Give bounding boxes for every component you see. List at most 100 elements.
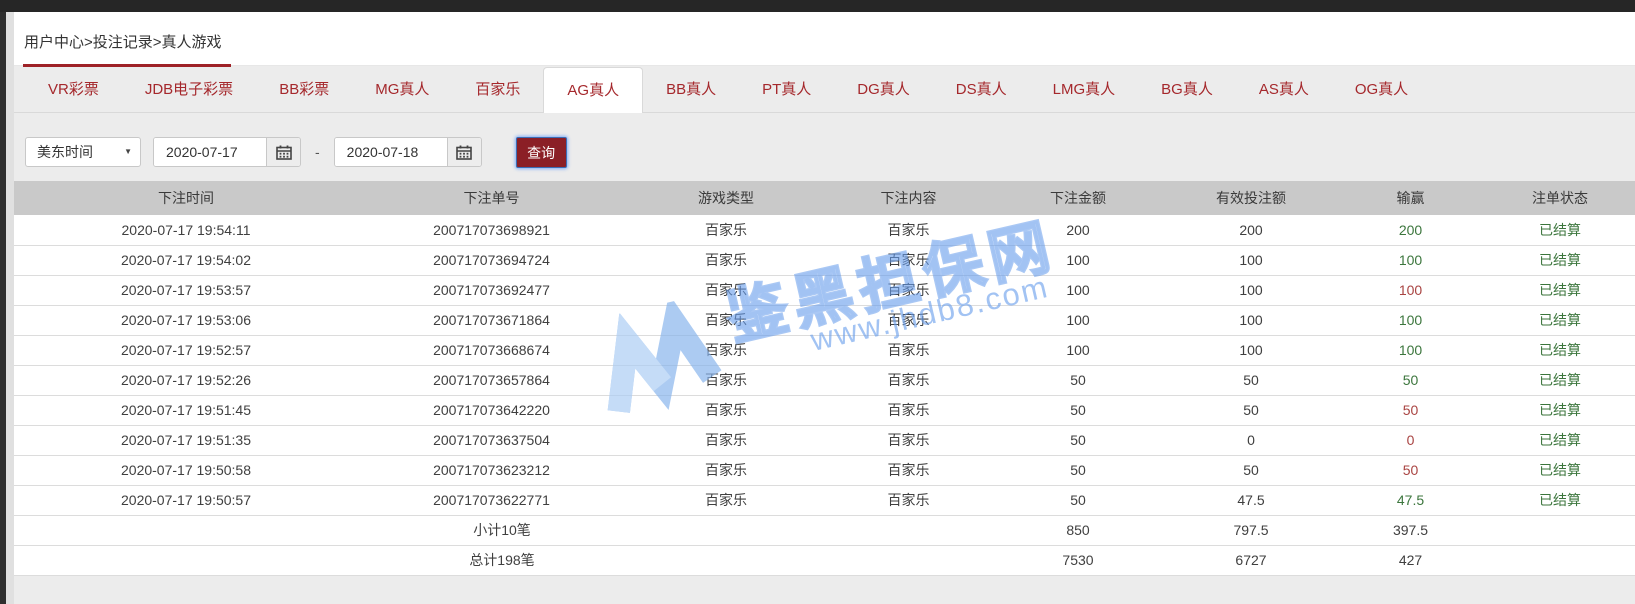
cell-order-status: 已结算 bbox=[1485, 335, 1635, 365]
breadcrumb-bar: 用户中心>投注记录>真人游戏 bbox=[14, 12, 1635, 66]
cell-bet-order: 200717073637504 bbox=[358, 425, 625, 455]
cell-bet-content: 百家乐 bbox=[827, 215, 990, 245]
table-row: 2020-07-17 19:50:57200717073622771百家乐百家乐… bbox=[14, 485, 1635, 515]
cell-bet-order: 200717073657864 bbox=[358, 365, 625, 395]
col-header-win-loss: 输赢 bbox=[1336, 181, 1485, 215]
browser-top-bar bbox=[0, 0, 1635, 12]
table-row: 2020-07-17 19:50:58200717073623212百家乐百家乐… bbox=[14, 455, 1635, 485]
table-row: 2020-07-17 19:52:57200717073668674百家乐百家乐… bbox=[14, 335, 1635, 365]
date-from-input[interactable] bbox=[154, 138, 266, 166]
tab-PT真人[interactable]: PT真人 bbox=[739, 68, 834, 112]
cell-bet-content: 百家乐 bbox=[827, 395, 990, 425]
cell-order-status: 已结算 bbox=[1485, 455, 1635, 485]
cell-game-type: 百家乐 bbox=[625, 215, 827, 245]
total-valid-amount: 6727 bbox=[1166, 545, 1336, 575]
col-header-valid-amount: 有效投注额 bbox=[1166, 181, 1336, 215]
cell-valid-amount: 50 bbox=[1166, 365, 1336, 395]
tab-AG真人[interactable]: AG真人 bbox=[543, 67, 643, 113]
cell-game-type: 百家乐 bbox=[625, 455, 827, 485]
cell-bet-order: 200717073668674 bbox=[358, 335, 625, 365]
total-win-loss: 427 bbox=[1336, 545, 1485, 575]
date-range-separator: - bbox=[315, 137, 320, 167]
cell-bet-amount: 50 bbox=[990, 485, 1166, 515]
col-header-order-status: 注单状态 bbox=[1485, 181, 1635, 215]
cell-bet-content: 百家乐 bbox=[827, 485, 990, 515]
cell-bet-content: 百家乐 bbox=[827, 455, 990, 485]
cell-valid-amount: 100 bbox=[1166, 305, 1336, 335]
cell-game-type: 百家乐 bbox=[625, 395, 827, 425]
cell-bet-order: 200717073694724 bbox=[358, 245, 625, 275]
cell-valid-amount: 100 bbox=[1166, 335, 1336, 365]
cell-bet-time: 2020-07-17 19:50:57 bbox=[14, 485, 358, 515]
left-gutter bbox=[6, 12, 14, 604]
cell-bet-content: 百家乐 bbox=[827, 275, 990, 305]
table-row: 2020-07-17 19:53:06200717073671864百家乐百家乐… bbox=[14, 305, 1635, 335]
table-row: 2020-07-17 19:53:57200717073692477百家乐百家乐… bbox=[14, 275, 1635, 305]
date-to-calendar-button[interactable] bbox=[447, 138, 481, 166]
tab-百家乐[interactable]: 百家乐 bbox=[452, 68, 543, 112]
cell-order-status: 已结算 bbox=[1485, 395, 1635, 425]
cell-win-loss: 100 bbox=[1336, 335, 1485, 365]
cell-valid-amount: 0 bbox=[1166, 425, 1336, 455]
table-row: 2020-07-17 19:51:35200717073637504百家乐百家乐… bbox=[14, 425, 1635, 455]
cell-valid-amount: 50 bbox=[1166, 455, 1336, 485]
cell-bet-amount: 100 bbox=[990, 335, 1166, 365]
col-header-game-type: 游戏类型 bbox=[625, 181, 827, 215]
cell-win-loss: 0 bbox=[1336, 425, 1485, 455]
cell-bet-order: 200717073642220 bbox=[358, 395, 625, 425]
cell-bet-time: 2020-07-17 19:54:11 bbox=[14, 215, 358, 245]
cell-game-type: 百家乐 bbox=[625, 305, 827, 335]
search-button[interactable]: 查询 bbox=[516, 137, 567, 168]
cell-bet-content: 百家乐 bbox=[827, 245, 990, 275]
table-row: 2020-07-17 19:54:11200717073698921百家乐百家乐… bbox=[14, 215, 1635, 245]
cell-bet-amount: 50 bbox=[990, 395, 1166, 425]
cell-bet-amount: 100 bbox=[990, 275, 1166, 305]
tab-OG真人[interactable]: OG真人 bbox=[1332, 68, 1431, 112]
cell-bet-time: 2020-07-17 19:51:45 bbox=[14, 395, 358, 425]
calendar-icon bbox=[276, 145, 292, 160]
cell-bet-content: 百家乐 bbox=[827, 335, 990, 365]
timezone-select-value: 美东时间 bbox=[37, 144, 93, 160]
col-header-bet-order: 下注单号 bbox=[358, 181, 625, 215]
tab-MG真人[interactable]: MG真人 bbox=[352, 68, 452, 112]
cell-bet-amount: 50 bbox=[990, 425, 1166, 455]
cell-win-loss: 50 bbox=[1336, 455, 1485, 485]
cell-bet-amount: 200 bbox=[990, 215, 1166, 245]
cell-win-loss: 50 bbox=[1336, 365, 1485, 395]
cell-win-loss: 200 bbox=[1336, 215, 1485, 245]
cell-bet-amount: 100 bbox=[990, 305, 1166, 335]
cell-order-status: 已结算 bbox=[1485, 485, 1635, 515]
cell-bet-time: 2020-07-17 19:54:02 bbox=[14, 245, 358, 275]
subtotal-label: 小计10笔 bbox=[14, 515, 990, 545]
cell-bet-order: 200717073692477 bbox=[358, 275, 625, 305]
tab-BB真人[interactable]: BB真人 bbox=[643, 68, 739, 112]
tab-DS真人[interactable]: DS真人 bbox=[933, 68, 1030, 112]
tab-DG真人[interactable]: DG真人 bbox=[834, 68, 933, 112]
table-body: 2020-07-17 19:54:11200717073698921百家乐百家乐… bbox=[14, 215, 1635, 575]
date-to-input[interactable] bbox=[335, 138, 447, 166]
cell-valid-amount: 100 bbox=[1166, 275, 1336, 305]
cell-order-status: 已结算 bbox=[1485, 305, 1635, 335]
tab-BB彩票[interactable]: BB彩票 bbox=[256, 68, 352, 112]
tab-bar: VR彩票JDB电子彩票BB彩票MG真人百家乐AG真人BB真人PT真人DG真人DS… bbox=[14, 66, 1635, 113]
tab-JDB电子彩票[interactable]: JDB电子彩票 bbox=[122, 68, 256, 112]
cell-bet-amount: 100 bbox=[990, 245, 1166, 275]
date-to-group bbox=[334, 137, 482, 167]
cell-bet-order: 200717073671864 bbox=[358, 305, 625, 335]
tab-LMG真人[interactable]: LMG真人 bbox=[1030, 68, 1139, 112]
cell-game-type: 百家乐 bbox=[625, 245, 827, 275]
tab-AS真人[interactable]: AS真人 bbox=[1236, 68, 1332, 112]
subtotal-win-loss: 397.5 bbox=[1336, 515, 1485, 545]
subtotal-bet-amount: 850 bbox=[990, 515, 1166, 545]
table-header-row: 下注时间 下注单号 游戏类型 下注内容 下注金额 有效投注额 输赢 注单状态 bbox=[14, 181, 1635, 215]
subtotal-valid-amount: 797.5 bbox=[1166, 515, 1336, 545]
cell-game-type: 百家乐 bbox=[625, 425, 827, 455]
timezone-select[interactable]: 美东时间 ▼ bbox=[25, 137, 141, 167]
cell-bet-time: 2020-07-17 19:52:26 bbox=[14, 365, 358, 395]
tab-BG真人[interactable]: BG真人 bbox=[1138, 68, 1236, 112]
total-status-empty bbox=[1485, 545, 1635, 575]
cell-game-type: 百家乐 bbox=[625, 275, 827, 305]
cell-game-type: 百家乐 bbox=[625, 365, 827, 395]
tab-VR彩票[interactable]: VR彩票 bbox=[25, 68, 122, 112]
date-from-calendar-button[interactable] bbox=[266, 138, 300, 166]
